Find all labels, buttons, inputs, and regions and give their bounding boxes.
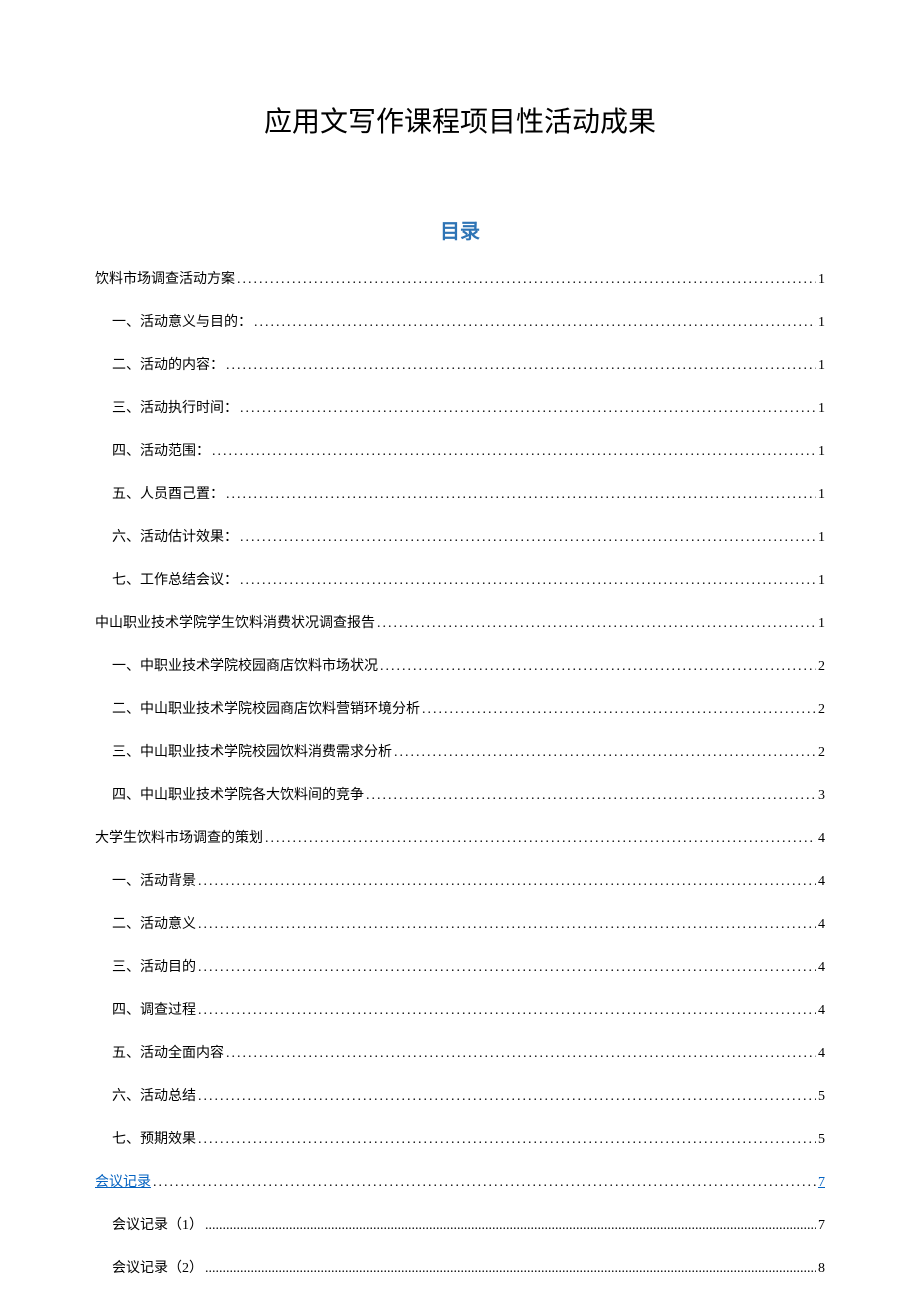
toc-container: 饮料市场调查活动方案1一、活动意义与目的：1二、活动的内容：1三、活动执行时间：… (95, 269, 825, 1279)
toc-entry-label: 三、中山职业技术学院校园饮料消费需求分析 (112, 742, 392, 763)
toc-dots (205, 1215, 816, 1229)
toc-entry-page: 8 (818, 1258, 825, 1279)
toc-entry-label: 七、工作总结会议： (112, 570, 238, 591)
toc-entry-label: 二、活动的内容： (112, 355, 224, 376)
toc-dots (226, 484, 816, 498)
toc-entry-page: 1 (818, 312, 825, 333)
toc-dots (240, 527, 816, 541)
toc-entry: 七、工作总结会议： 1 (95, 570, 825, 591)
toc-entry: 三、活动执行时间： 1 (95, 398, 825, 419)
toc-entry-label: 四、中山职业技术学院各大饮料间的竞争 (112, 785, 364, 806)
toc-entry-label: 六、活动总结 (112, 1086, 196, 1107)
toc-entry[interactable]: 会议记录 7 (95, 1172, 825, 1193)
toc-entry-label: 五、人员酉己置： (112, 484, 224, 505)
toc-entry-page: 1 (818, 613, 825, 634)
toc-heading: 目录 (95, 215, 825, 244)
toc-dots (380, 656, 816, 670)
toc-dots (240, 398, 816, 412)
toc-entry-label: 三、活动执行时间： (112, 398, 238, 419)
toc-entry: 六、活动估计效果： 1 (95, 527, 825, 548)
toc-entry: 会议记录（1） 7 (95, 1215, 825, 1236)
toc-dots (422, 699, 816, 713)
toc-entry-page: 1 (818, 269, 825, 290)
toc-entry-label: 五、活动全面内容 (112, 1043, 224, 1064)
toc-entry-label: 会议记录（2） (112, 1258, 203, 1279)
toc-entry-page: 4 (818, 871, 825, 892)
toc-entry-label: 大学生饮料市场调查的策划 (95, 828, 263, 849)
toc-entry: 六、活动总结 5 (95, 1086, 825, 1107)
toc-entry: 饮料市场调查活动方案 1 (95, 269, 825, 290)
toc-entry-page: 1 (818, 355, 825, 376)
toc-entry-label: 一、中职业技术学院校园商店饮料市场状况 (112, 656, 378, 677)
toc-dots (205, 1258, 816, 1272)
toc-dots (153, 1172, 816, 1186)
document-title: 应用文写作课程项目性活动成果 (95, 100, 825, 140)
toc-entry: 七、预期效果 5 (95, 1129, 825, 1150)
toc-entry-page: 2 (818, 699, 825, 720)
toc-entry: 四、中山职业技术学院各大饮料间的竞争 3 (95, 785, 825, 806)
toc-entry-page: 5 (818, 1129, 825, 1150)
toc-entry-page: 1 (818, 570, 825, 591)
toc-dots (237, 269, 816, 283)
toc-dots (226, 355, 816, 369)
toc-entry-page: 7 (818, 1215, 825, 1236)
toc-entry-label: 中山职业技术学院学生饮料消费状况调查报告 (95, 613, 375, 634)
toc-entry-page: 2 (818, 656, 825, 677)
toc-entry-label: 一、活动意义与目的： (112, 312, 252, 333)
toc-entry-page: 1 (818, 398, 825, 419)
toc-dots (198, 1129, 816, 1143)
toc-dots (265, 828, 816, 842)
toc-entry: 四、活动范围： 1 (95, 441, 825, 462)
toc-entry-label: 七、预期效果 (112, 1129, 196, 1150)
toc-entry: 中山职业技术学院学生饮料消费状况调查报告 1 (95, 613, 825, 634)
toc-entry: 五、活动全面内容 4 (95, 1043, 825, 1064)
toc-entry-page: 7 (818, 1172, 825, 1193)
toc-entry-label: 四、调查过程 (112, 1000, 196, 1021)
toc-dots (198, 957, 816, 971)
toc-entry: 二、活动的内容： 1 (95, 355, 825, 376)
toc-entry-label: 一、活动背景 (112, 871, 196, 892)
toc-entry-page: 4 (818, 957, 825, 978)
toc-entry: 一、活动意义与目的： 1 (95, 312, 825, 333)
toc-entry: 三、中山职业技术学院校园饮料消费需求分析 2 (95, 742, 825, 763)
toc-entry: 一、活动背景 4 (95, 871, 825, 892)
toc-entry-page: 3 (818, 785, 825, 806)
toc-entry: 一、中职业技术学院校园商店饮料市场状况 2 (95, 656, 825, 677)
toc-entry-page: 5 (818, 1086, 825, 1107)
toc-entry-page: 4 (818, 914, 825, 935)
toc-entry-page: 1 (818, 441, 825, 462)
toc-dots (198, 1000, 816, 1014)
toc-entry-label: 六、活动估计效果： (112, 527, 238, 548)
toc-entry-page: 2 (818, 742, 825, 763)
toc-entry: 大学生饮料市场调查的策划 4 (95, 828, 825, 849)
toc-dots (226, 1043, 816, 1057)
toc-entry: 五、人员酉己置： 1 (95, 484, 825, 505)
toc-entry: 会议记录（2） 8 (95, 1258, 825, 1279)
toc-entry-page: 1 (818, 527, 825, 548)
toc-entry-label: 会议记录 (95, 1172, 151, 1193)
toc-dots (377, 613, 816, 627)
toc-entry-label: 四、活动范围： (112, 441, 210, 462)
toc-entry-label: 三、活动目的 (112, 957, 196, 978)
toc-dots (198, 914, 816, 928)
toc-dots (366, 785, 816, 799)
toc-dots (198, 871, 816, 885)
toc-entry-page: 4 (818, 828, 825, 849)
toc-entry: 四、调查过程 4 (95, 1000, 825, 1021)
toc-entry-page: 1 (818, 484, 825, 505)
toc-entry-page: 4 (818, 1043, 825, 1064)
toc-dots (198, 1086, 816, 1100)
toc-dots (394, 742, 816, 756)
toc-entry-label: 二、中山职业技术学院校园商店饮料营销环境分析 (112, 699, 420, 720)
toc-entry: 二、中山职业技术学院校园商店饮料营销环境分析 2 (95, 699, 825, 720)
toc-entry: 二、活动意义 4 (95, 914, 825, 935)
toc-dots (212, 441, 816, 455)
toc-dots (254, 312, 816, 326)
toc-entry-label: 二、活动意义 (112, 914, 196, 935)
toc-entry-page: 4 (818, 1000, 825, 1021)
toc-entry-label: 饮料市场调查活动方案 (95, 269, 235, 290)
toc-entry-label: 会议记录（1） (112, 1215, 203, 1236)
toc-entry: 三、活动目的 4 (95, 957, 825, 978)
toc-dots (240, 570, 816, 584)
